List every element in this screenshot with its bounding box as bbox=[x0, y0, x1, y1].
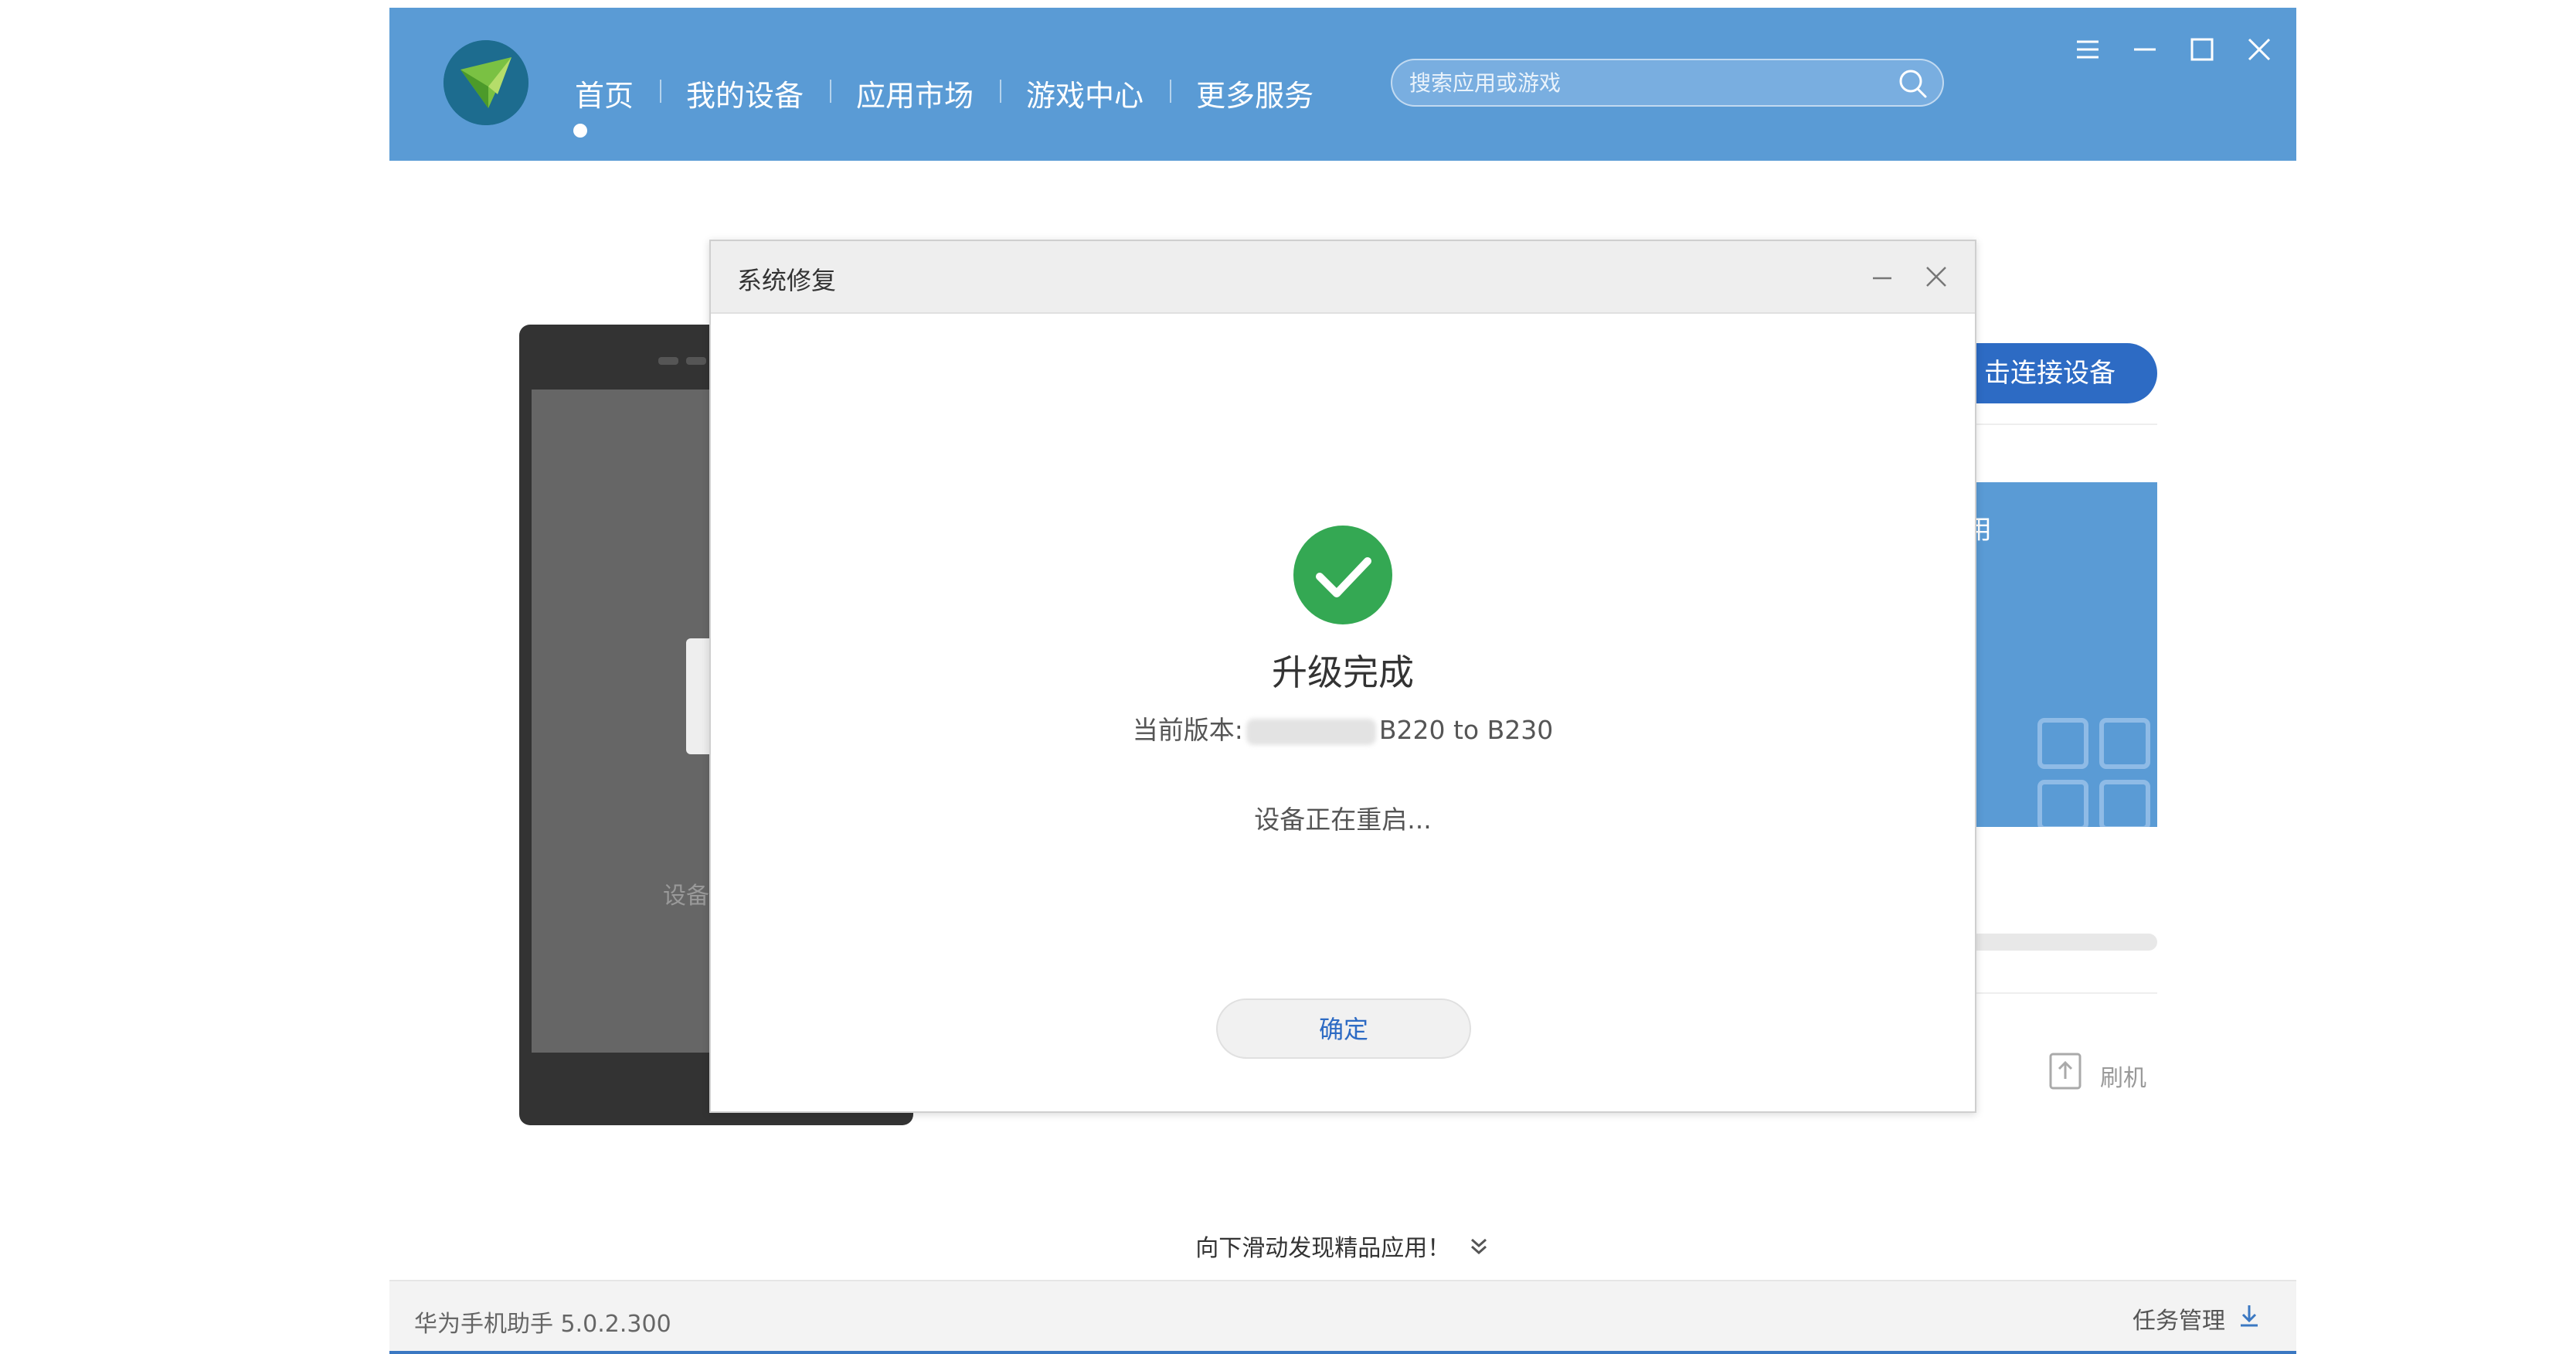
minimize-icon[interactable] bbox=[2126, 31, 2163, 68]
restart-status: 设备正在重启... bbox=[1254, 805, 1432, 835]
search-box bbox=[1391, 59, 1944, 107]
apps-grid-icon bbox=[2037, 717, 2157, 831]
close-icon[interactable] bbox=[2241, 31, 2278, 68]
double-chevron-down-icon bbox=[1467, 1235, 1490, 1264]
nav-my-devices[interactable]: 我的设备 bbox=[660, 72, 830, 114]
dialog-title: 系统修复 bbox=[737, 266, 837, 295]
task-manager-button[interactable]: 任务管理 bbox=[2133, 1301, 2262, 1335]
scroll-hint[interactable]: 向下滑动发现精品应用！ bbox=[389, 1229, 2296, 1264]
system-repair-dialog: 系统修复 升级完成 当前版本: B220 to B230 设备正在重启... 确定 bbox=[709, 240, 1976, 1113]
download-icon bbox=[2236, 1302, 2262, 1335]
top-nav-bar: 首页 我的设备 应用市场 游戏中心 更多服务 bbox=[389, 8, 2296, 161]
device-status-text: 设备 bbox=[663, 883, 709, 910]
version-range: B220 to B230 bbox=[1378, 715, 1554, 745]
divider bbox=[1966, 992, 2157, 994]
status-bar: 华为手机助手 5.0.2.300 任务管理 bbox=[389, 1280, 2296, 1354]
confirm-button[interactable]: 确定 bbox=[1216, 998, 1471, 1059]
search-icon[interactable] bbox=[1895, 65, 1932, 102]
nav-more-services[interactable]: 更多服务 bbox=[1170, 72, 1340, 114]
scroll-hint-text: 向下滑动发现精品应用！ bbox=[1195, 1235, 1451, 1262]
flash-label[interactable]: 刷机 bbox=[2100, 1059, 2146, 1093]
upgrade-result-title: 升级完成 bbox=[1272, 651, 1414, 693]
search-input[interactable] bbox=[1409, 60, 1842, 105]
nav-home[interactable]: 首页 bbox=[549, 72, 660, 114]
menu-icon[interactable] bbox=[2069, 31, 2106, 68]
nav-app-market[interactable]: 应用市场 bbox=[830, 72, 1000, 114]
app-version: 华为手机助手 5.0.2.300 bbox=[414, 1311, 671, 1338]
phone-camera bbox=[686, 357, 706, 365]
main-nav: 首页 我的设备 应用市场 游戏中心 更多服务 bbox=[549, 62, 1340, 124]
progress-track bbox=[1966, 934, 2157, 951]
nav-game-center[interactable]: 游戏中心 bbox=[1000, 72, 1170, 114]
maximize-icon[interactable] bbox=[2183, 31, 2221, 68]
current-version: 当前版本: B220 to B230 bbox=[711, 709, 1975, 747]
app-logo[interactable] bbox=[443, 40, 528, 125]
dialog-titlebar: 系统修复 bbox=[711, 241, 1975, 314]
dialog-minimize-icon[interactable] bbox=[1867, 261, 1898, 292]
divider bbox=[1966, 424, 2157, 425]
version-prefix: 当前版本: bbox=[1132, 715, 1243, 745]
phone-speaker bbox=[658, 357, 678, 365]
flash-upload-icon[interactable] bbox=[2049, 1053, 2082, 1090]
check-circle-icon bbox=[1293, 526, 1392, 624]
active-nav-indicator bbox=[573, 124, 587, 138]
redacted-model bbox=[1246, 718, 1376, 745]
task-manager-label: 任务管理 bbox=[2133, 1308, 2225, 1335]
dialog-close-icon[interactable] bbox=[1921, 261, 1952, 292]
